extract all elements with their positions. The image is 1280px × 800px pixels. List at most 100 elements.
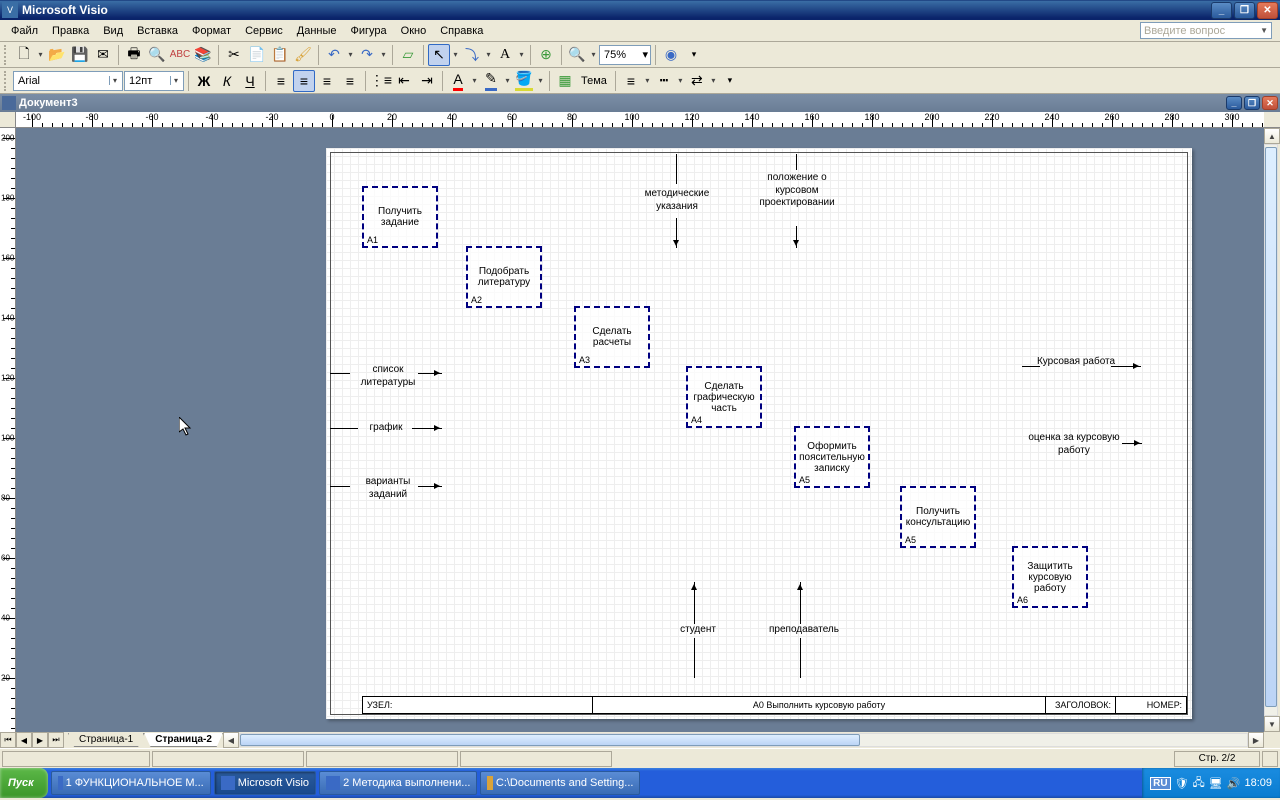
menu-shape[interactable]: Фигура: [344, 23, 394, 39]
new-button[interactable]: 🗋: [13, 44, 35, 66]
copy-button[interactable]: 📄: [246, 44, 268, 66]
pointer-tool[interactable]: ↖: [428, 44, 450, 66]
ruler-vertical[interactable]: 20018016014012010080604020: [0, 128, 16, 732]
line-ends-dropdown[interactable]: ▾: [709, 76, 718, 85]
toolbar-grip[interactable]: [4, 71, 8, 91]
label-student[interactable]: студент: [668, 624, 728, 637]
paste-button[interactable]: 📋: [269, 44, 291, 66]
scrollbar-horizontal[interactable]: ◀ ▶: [223, 732, 1264, 748]
box-a1[interactable]: Получить задание A1: [362, 186, 438, 248]
line-color-dropdown[interactable]: ▾: [503, 76, 512, 85]
fill-color-dropdown[interactable]: ▾: [536, 76, 545, 85]
tab-last-button[interactable]: ⏭: [48, 732, 64, 748]
label-grafik[interactable]: график: [356, 422, 416, 435]
scroll-up-button[interactable]: ▲: [1264, 128, 1280, 144]
increase-indent-button[interactable]: ⇥: [416, 70, 438, 92]
scroll-right-button[interactable]: ▶: [1248, 732, 1264, 748]
minimize-button[interactable]: _: [1211, 2, 1232, 19]
restore-button[interactable]: ❐: [1234, 2, 1255, 19]
scroll-down-button[interactable]: ▼: [1264, 716, 1280, 732]
volume-icon[interactable]: 🔊: [1227, 777, 1241, 790]
shapes-button[interactable]: ▱: [397, 44, 419, 66]
bold-button[interactable]: Ж: [193, 70, 215, 92]
text-tool[interactable]: A: [494, 44, 516, 66]
tab-page-2[interactable]: Страница-2: [144, 733, 223, 747]
task-explorer[interactable]: C:\Documents and Setting...: [480, 771, 640, 795]
doc-minimize-button[interactable]: _: [1226, 96, 1242, 110]
start-button[interactable]: Пуск: [0, 768, 48, 798]
status-resize-grip[interactable]: [1262, 751, 1278, 767]
font-color-button[interactable]: A: [447, 70, 469, 92]
menu-edit[interactable]: Правка: [45, 23, 96, 39]
box-a2[interactable]: Подобрать литературу A2: [466, 246, 542, 308]
tab-prev-button[interactable]: ◀: [16, 732, 32, 748]
task-word-2[interactable]: 2 Методика выполнени...: [319, 771, 477, 795]
line-pattern-dropdown[interactable]: ▾: [676, 76, 685, 85]
task-word-1[interactable]: 1 ФУНКЦИОНАЛЬНОЕ М...: [51, 771, 211, 795]
label-variant[interactable]: варианты заданий: [348, 476, 428, 501]
tray-icon[interactable]: 🖥: [1209, 777, 1223, 790]
zoom-tool[interactable]: 🔍: [566, 44, 588, 66]
ruler-horizontal[interactable]: -100-80-60-40-20020406080100120140160180…: [16, 112, 1264, 128]
bullets-button[interactable]: ⋮≡: [370, 70, 392, 92]
label-polozh[interactable]: положение о курсовом проектировании: [750, 172, 844, 210]
align-center-button[interactable]: ≡: [293, 70, 315, 92]
canvas[interactable]: Получить задание A1 Подобрать литературу…: [16, 128, 1264, 732]
print-button[interactable]: 🖶: [123, 44, 145, 66]
undo-button[interactable]: ↶: [323, 44, 345, 66]
scroll-left-button[interactable]: ◀: [223, 732, 239, 748]
toolbar-options[interactable]: ▾: [683, 44, 705, 66]
connector-tool[interactable]: ⤵: [461, 44, 483, 66]
cut-button[interactable]: ✂: [223, 44, 245, 66]
line-color-button[interactable]: ✎: [480, 70, 502, 92]
box-a5[interactable]: Оформить поясительную записку A5: [794, 426, 870, 488]
toolbar-options[interactable]: ▾: [719, 70, 741, 92]
tab-page-1[interactable]: Страница-1: [68, 733, 144, 747]
undo-dropdown[interactable]: ▾: [346, 50, 355, 59]
underline-button[interactable]: Ч: [239, 70, 261, 92]
menu-file[interactable]: Файл: [4, 23, 45, 39]
redo-dropdown[interactable]: ▾: [379, 50, 388, 59]
align-justify-button[interactable]: ≡: [339, 70, 361, 92]
italic-button[interactable]: К: [216, 70, 238, 92]
connector-dropdown[interactable]: ▾: [484, 50, 493, 59]
box-a3[interactable]: Сделать расчеты A3: [574, 306, 650, 368]
print-preview-button[interactable]: 🔍: [146, 44, 168, 66]
idef-info-row[interactable]: УЗЕЛ: A0 Выполнить курсовую работу ЗАГОЛ…: [362, 696, 1187, 714]
doc-close-button[interactable]: ✕: [1262, 96, 1278, 110]
format-painter-button[interactable]: 🖌: [292, 44, 314, 66]
tab-first-button[interactable]: ⏮: [0, 732, 16, 748]
menu-insert[interactable]: Вставка: [130, 23, 185, 39]
menu-help[interactable]: Справка: [433, 23, 490, 39]
label-prepod[interactable]: преподаватель: [754, 624, 854, 637]
label-kurs[interactable]: Курсовая работа: [1036, 356, 1116, 369]
new-dropdown[interactable]: ▾: [36, 50, 45, 59]
help-button[interactable]: ◉: [660, 44, 682, 66]
align-left-button[interactable]: ≡: [270, 70, 292, 92]
system-tray[interactable]: RU 🛡 🖧 🖥 🔊 18:09: [1142, 768, 1280, 798]
text-dropdown[interactable]: ▾: [517, 50, 526, 59]
fill-color-button[interactable]: 🪣: [513, 70, 535, 92]
lang-indicator[interactable]: RU: [1150, 777, 1170, 790]
font-combo[interactable]: Arial▾: [13, 71, 123, 91]
tray-icon[interactable]: 🛡: [1175, 777, 1189, 790]
help-input[interactable]: Введите вопрос ▼: [1140, 22, 1272, 39]
line-weight-button[interactable]: ≡: [620, 70, 642, 92]
line-pattern-button[interactable]: ┅: [653, 70, 675, 92]
tray-icon[interactable]: 🖧: [1193, 774, 1205, 793]
task-visio[interactable]: Microsoft Visio: [214, 771, 316, 795]
line-weight-dropdown[interactable]: ▾: [643, 76, 652, 85]
research-button[interactable]: 📚: [192, 44, 214, 66]
box-a4[interactable]: Сделать графическую часть A4: [686, 366, 762, 428]
font-color-dropdown[interactable]: ▾: [470, 76, 479, 85]
label-spisok[interactable]: список литературы: [348, 364, 428, 389]
open-button[interactable]: 📂: [46, 44, 68, 66]
fontsize-combo[interactable]: 12пт▾: [124, 71, 184, 91]
close-button[interactable]: ✕: [1257, 2, 1278, 19]
zoom-dropdown[interactable]: ▾: [589, 50, 598, 59]
menu-window[interactable]: Окно: [394, 23, 434, 39]
scrollbar-vertical[interactable]: ▲ ▼: [1264, 128, 1280, 732]
label-metod[interactable]: методические указания: [632, 188, 722, 213]
decrease-indent-button[interactable]: ⇤: [393, 70, 415, 92]
box-a5b[interactable]: Получить консультацию A5: [900, 486, 976, 548]
